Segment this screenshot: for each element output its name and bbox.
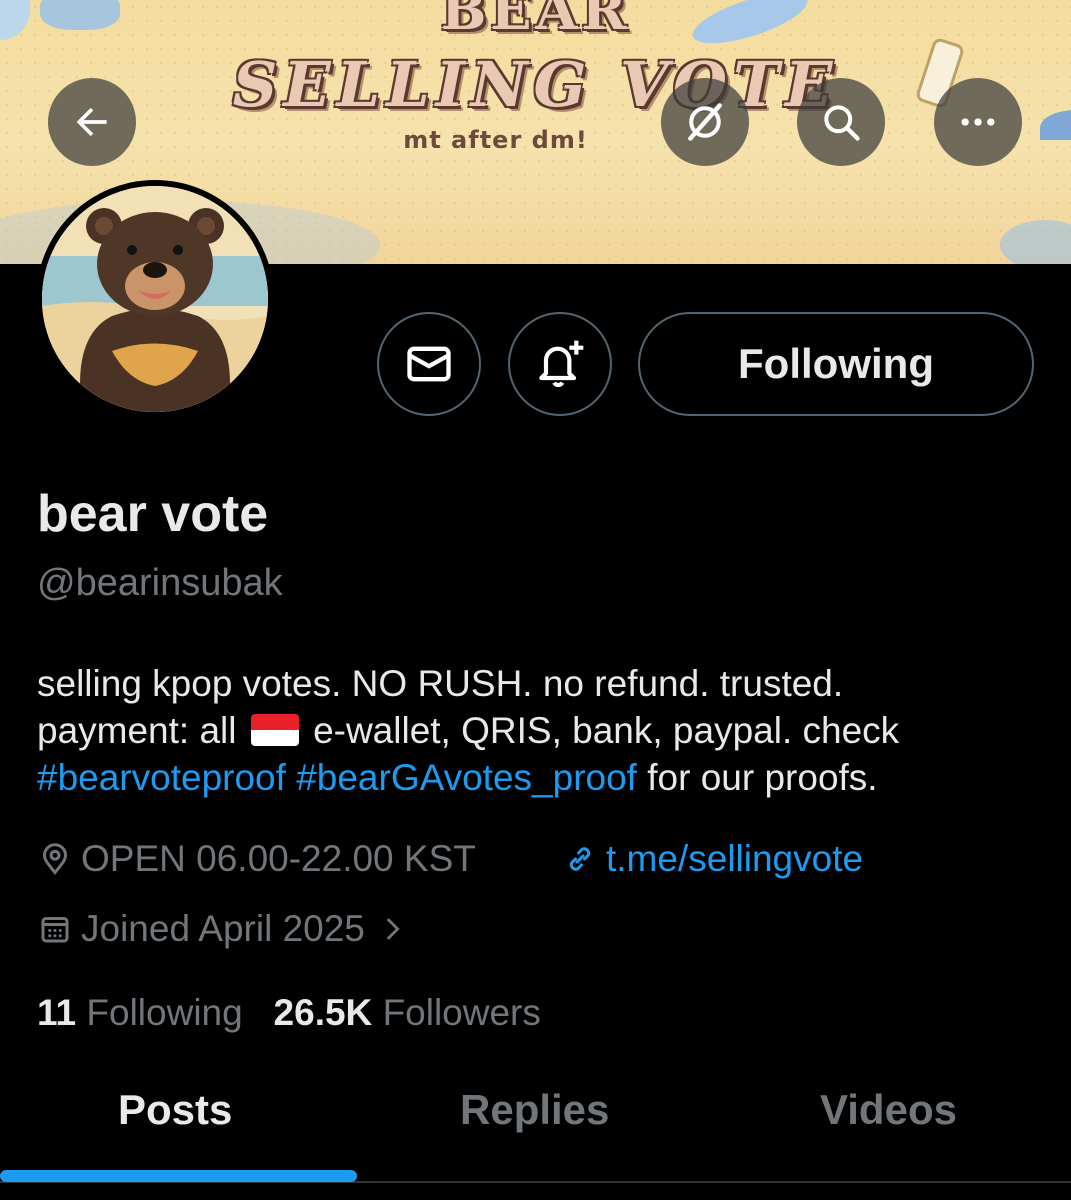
following-button[interactable]: Following xyxy=(638,312,1034,416)
chevron-right-icon xyxy=(386,918,400,940)
avatar-image xyxy=(42,186,268,412)
hashtag-link[interactable]: #bearvoteproof xyxy=(37,757,286,798)
bell-plus-icon xyxy=(539,340,584,388)
location-pin-icon xyxy=(42,843,68,875)
followers-count: 26.5K xyxy=(273,992,373,1033)
hashtag-link[interactable]: #bearGAvotes_proof xyxy=(296,757,637,798)
grok-icon xyxy=(688,103,722,141)
display-name: bear vote xyxy=(37,485,269,543)
back-button[interactable] xyxy=(48,78,136,166)
bio-text: for our proofs. xyxy=(647,757,878,798)
banner-subtitle-text: mt after dm! xyxy=(403,126,588,154)
joined-text: Joined April 2025 xyxy=(81,908,365,949)
location-text: OPEN 06.00-22.00 KST xyxy=(81,838,476,879)
grok-button[interactable] xyxy=(661,78,749,166)
avatar[interactable] xyxy=(36,180,274,418)
calendar-icon xyxy=(41,917,69,943)
banner-title-main: SELLING VOTE xyxy=(232,48,839,121)
bear-illustration xyxy=(42,186,268,412)
banner-title-top: BEAR xyxy=(440,0,631,42)
following-label: Following xyxy=(86,992,243,1033)
followers-stat[interactable]: 26.5K Followers xyxy=(274,992,541,1033)
message-button[interactable] xyxy=(377,312,481,416)
followers-label: Followers xyxy=(382,992,541,1033)
notifications-button[interactable] xyxy=(508,312,612,416)
user-handle: @bearinsubak xyxy=(37,562,283,604)
envelope-icon xyxy=(407,346,451,382)
bio-text: payment: all xyxy=(37,710,237,751)
arrow-left-icon xyxy=(76,107,107,137)
active-tab-indicator xyxy=(0,1170,357,1182)
tab-replies[interactable]: Replies xyxy=(460,1086,609,1134)
following-count: 11 xyxy=(37,992,77,1033)
website-row[interactable]: t.me/sellingvote xyxy=(562,838,863,880)
location-row: OPEN 06.00-22.00 KST xyxy=(37,838,476,880)
more-button[interactable] xyxy=(934,78,1022,166)
link-icon xyxy=(569,847,591,871)
search-button[interactable] xyxy=(797,78,885,166)
indonesia-flag-icon xyxy=(250,714,299,746)
tab-videos[interactable]: Videos xyxy=(820,1086,957,1134)
tab-posts[interactable]: Posts xyxy=(118,1086,232,1134)
joined-row[interactable]: Joined April 2025 xyxy=(37,908,417,950)
more-dots-icon xyxy=(961,118,995,126)
search-icon xyxy=(824,105,860,141)
following-stat[interactable]: 11 Following xyxy=(37,992,243,1033)
follow-stats: 11 Following 26.5K Followers xyxy=(37,992,541,1034)
banner-subtitle: mt after dm! xyxy=(0,126,1071,154)
bio-text: e-wallet, QRIS, bank, paypal. check xyxy=(313,710,900,751)
bio: selling kpop votes. NO RUSH. no refund. … xyxy=(37,660,1047,801)
website-link[interactable]: t.me/sellingvote xyxy=(606,838,863,880)
bio-line-1: selling kpop votes. NO RUSH. no refund. … xyxy=(37,663,844,704)
